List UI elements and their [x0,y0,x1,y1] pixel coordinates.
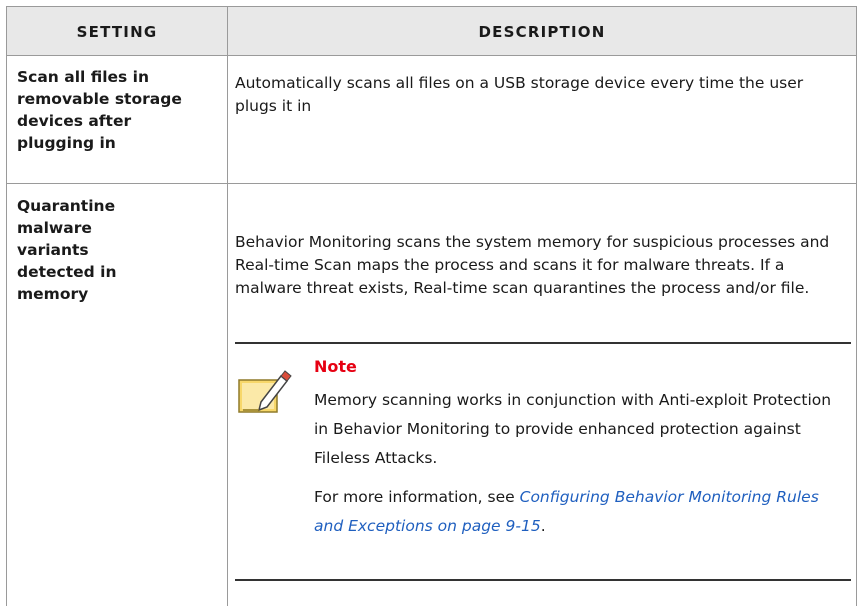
note-more-info: For more information, see Configuring Be… [314,483,849,541]
settings-table: Setting Description Scan all files in re… [6,6,857,606]
note-body: Memory scanning works in conjunction wit… [314,391,832,467]
header-description: Description [478,23,606,41]
note-title: Note [314,357,357,376]
row-divider [7,183,856,184]
row-2-setting: Quarantine malware variants detected in … [17,197,117,303]
header-setting: Setting [76,23,158,41]
note-bottom-rule [235,579,851,581]
table-header: Setting Description [7,6,856,56]
note-more-prefix: For more information, see [314,488,520,506]
note-top-rule [235,342,851,344]
row-1-description: Automatically scans all files on a USB s… [235,74,804,115]
note-more-suffix: . [540,517,546,535]
column-divider [227,6,228,606]
row-2-description: Behavior Monitoring scans the system mem… [235,233,830,297]
note-pencil-icon [237,366,293,416]
row-1-setting: Scan all files in removable storage devi… [17,68,182,152]
